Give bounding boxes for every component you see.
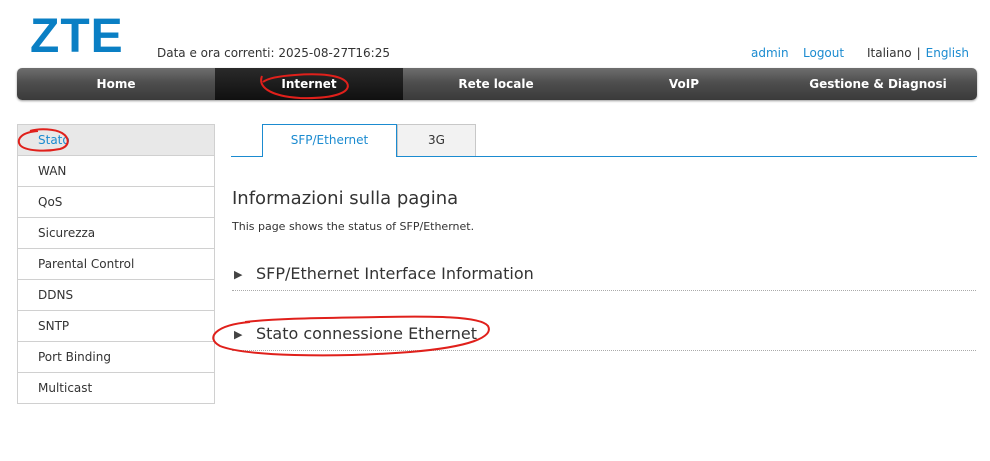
admin-link[interactable]: admin [751, 46, 789, 60]
sidebar-item-sntp[interactable]: SNTP [18, 311, 214, 342]
sidebar-item-sicurezza[interactable]: Sicurezza [18, 218, 214, 249]
sidebar-item-stato[interactable]: Stato [18, 125, 214, 156]
page-description: This page shows the status of SFP/Ethern… [232, 220, 475, 233]
current-datetime: Data e ora correnti: 2025-08-27T16:25 [157, 46, 390, 60]
tab-bar: SFP/Ethernet 3G [231, 124, 977, 157]
nav-home[interactable]: Home [17, 68, 215, 100]
triangle-right-icon: ▶ [234, 328, 243, 341]
lang-italiano[interactable]: Italiano [867, 46, 912, 60]
nav-internet[interactable]: Internet [215, 68, 403, 100]
tab-sfp-ethernet[interactable]: SFP/Ethernet [262, 124, 397, 157]
sidebar-item-ddns[interactable]: DDNS [18, 280, 214, 311]
sidebar-item-parental-control[interactable]: Parental Control [18, 249, 214, 280]
section-title: SFP/Ethernet Interface Information [256, 264, 534, 283]
logout-link[interactable]: Logout [803, 46, 844, 60]
sidebar-menu: Stato WAN QoS Sicurezza Parental Control… [17, 124, 215, 404]
zte-logo: ZTE [30, 10, 124, 63]
datetime-label: Data e ora correnti: [157, 46, 275, 60]
lang-separator: | [916, 46, 921, 60]
main-nav: Home Internet Rete locale VoIP Gestione … [17, 68, 977, 100]
nav-gestione-diagnosi[interactable]: Gestione & Diagnosi [779, 68, 977, 100]
nav-voip[interactable]: VoIP [589, 68, 779, 100]
sidebar-item-wan[interactable]: WAN [18, 156, 214, 187]
section-title: Stato connessione Ethernet [256, 324, 477, 343]
tab-3g[interactable]: 3G [397, 124, 476, 156]
section-stato-connessione-ethernet[interactable]: ▶ Stato connessione Ethernet [232, 322, 976, 351]
page-title: Informazioni sulla pagina [232, 188, 459, 209]
language-switcher: Italiano | English [867, 46, 969, 60]
section-sfp-ethernet-interface-info[interactable]: ▶ SFP/Ethernet Interface Information [232, 262, 976, 291]
sidebar-item-port-binding[interactable]: Port Binding [18, 342, 214, 373]
sidebar-item-qos[interactable]: QoS [18, 187, 214, 218]
nav-rete-locale[interactable]: Rete locale [403, 68, 589, 100]
datetime-value: 2025-08-27T16:25 [278, 46, 390, 60]
sidebar-item-multicast[interactable]: Multicast [18, 373, 214, 404]
lang-english[interactable]: English [926, 46, 969, 60]
triangle-right-icon: ▶ [234, 268, 243, 281]
